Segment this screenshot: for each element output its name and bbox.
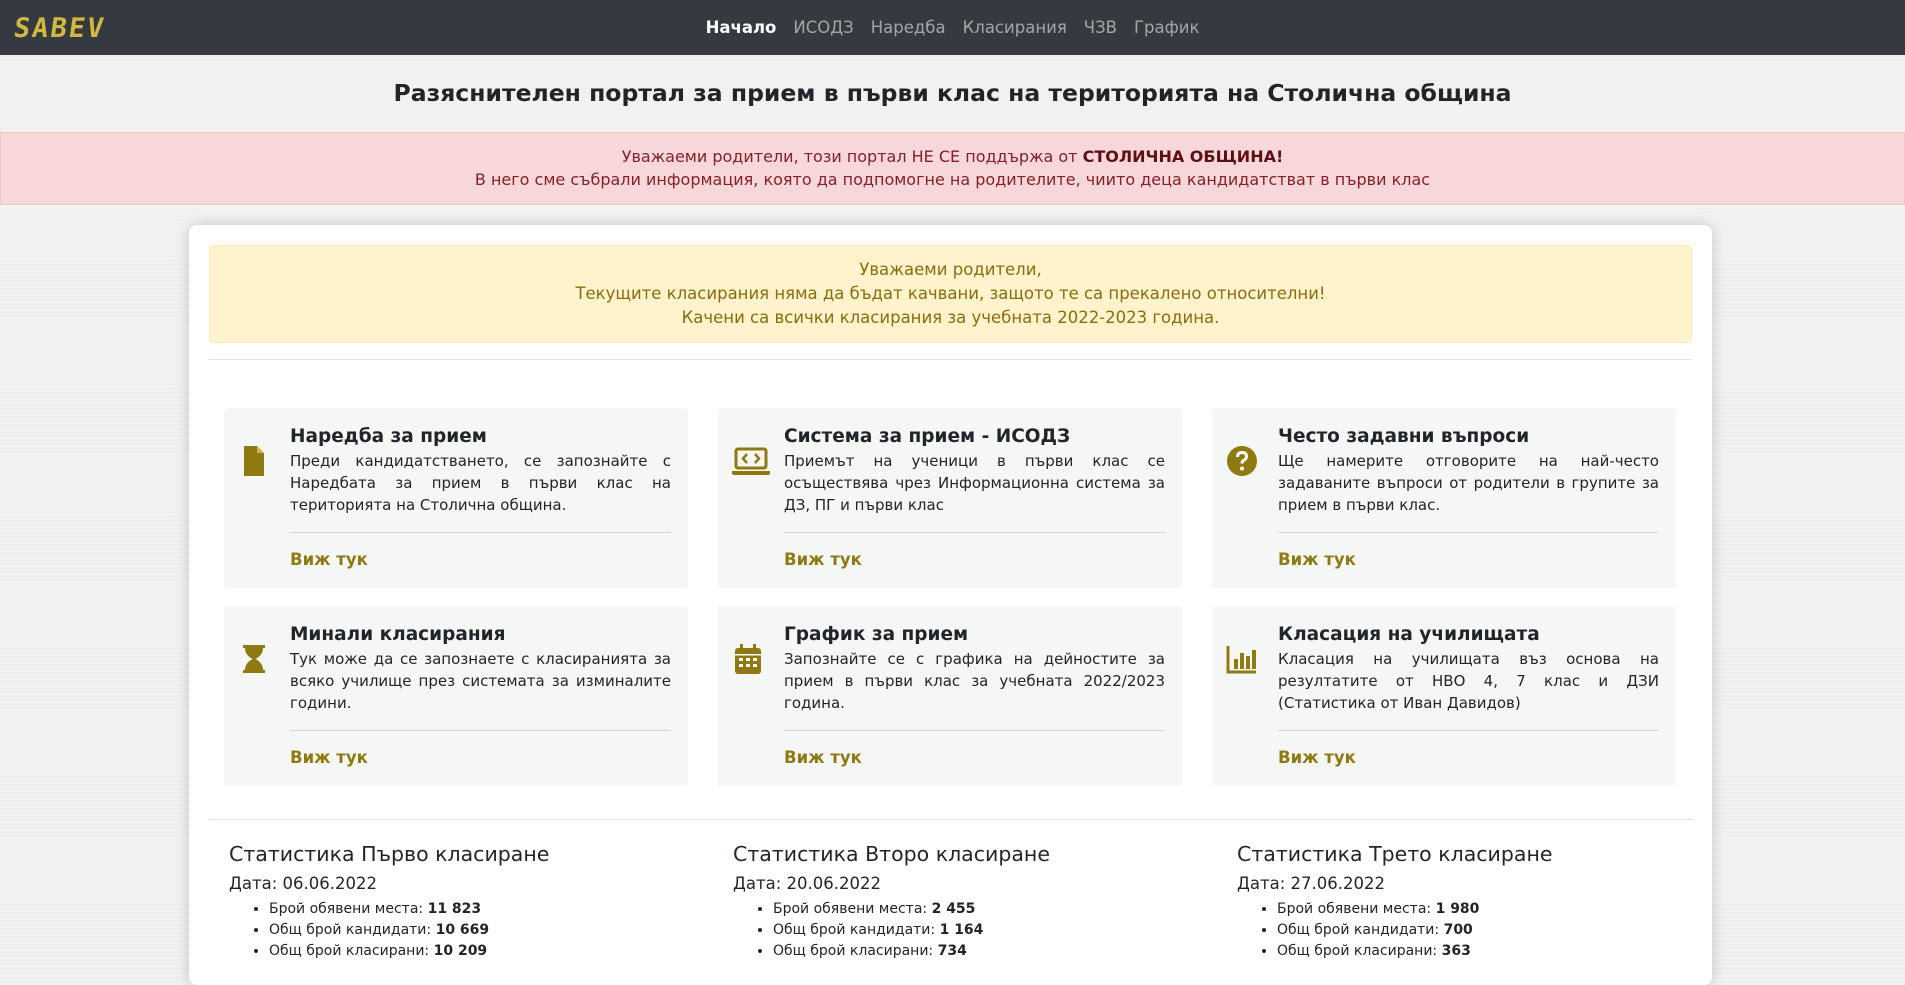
card-divider <box>1278 532 1659 533</box>
card-divider <box>290 532 671 533</box>
stats-third-ranking: Статистика Трето класиране Дата: 27.06.2… <box>1237 842 1677 962</box>
card-past-rankings: Минали класирания Тук може да се запозна… <box>224 606 688 786</box>
card-divider <box>290 730 671 731</box>
stats-label: Общ брой кандидати: <box>773 922 940 938</box>
stats-value: 11 823 <box>427 901 482 917</box>
calendar-icon <box>731 642 765 676</box>
card-link[interactable]: Виж тук <box>784 550 862 569</box>
nav-item-schedule[interactable]: График <box>1134 18 1199 37</box>
site-logo[interactable]: SABEV <box>12 13 108 44</box>
card-title: Често задавни въпроси <box>1278 426 1530 447</box>
stats-list: Брой обявени места: 11 823 Общ брой канд… <box>229 899 669 962</box>
hourglass-icon <box>237 642 271 676</box>
divider <box>209 359 1692 360</box>
stats-title: Статистика Трето класиране <box>1237 842 1553 866</box>
nav-item-rankings[interactable]: Класирания <box>963 18 1067 37</box>
card-link[interactable]: Виж тук <box>290 550 368 569</box>
card-schedule: График за прием Запознайте се с графика … <box>718 606 1182 786</box>
card-link[interactable]: Виж тук <box>784 748 862 767</box>
notice-line-2: Текущите класирания няма да бъдат качван… <box>575 284 1326 303</box>
stats-item: Общ брой класирани: 734 <box>773 941 1173 962</box>
disclaimer-line-1: Уважаеми родители, този портал НЕ СЕ под… <box>1 145 1904 168</box>
card-link[interactable]: Виж тук <box>1278 550 1356 569</box>
stats-list: Брой обявени места: 1 980 Общ брой канди… <box>1237 899 1677 962</box>
card-title: Класация на училищата <box>1278 624 1540 645</box>
stats-item: Брой обявени места: 2 455 <box>773 899 1173 920</box>
stats-value: 363 <box>1441 943 1471 959</box>
stats-label: Общ брой кандидати: <box>269 922 436 938</box>
card-divider <box>784 532 1165 533</box>
card-title: Система за прием - ИСОДЗ <box>784 426 1071 447</box>
stats-value: 1 164 <box>939 922 984 938</box>
bar-chart-icon <box>1225 642 1259 676</box>
stats-date: Дата: 20.06.2022 <box>733 874 882 893</box>
card-divider <box>784 730 1165 731</box>
stats-date: Дата: 06.06.2022 <box>229 874 378 893</box>
stats-value: 1 980 <box>1435 901 1480 917</box>
stats-value: 734 <box>937 943 967 959</box>
stats-label: Брой обявени места: <box>773 901 932 917</box>
card-text: Класация на училищата въз основа на резу… <box>1278 650 1659 712</box>
divider <box>209 819 1692 820</box>
stats-label: Брой обявени места: <box>269 901 428 917</box>
notice-line-1: Уважаеми родители, <box>859 260 1042 279</box>
nav-item-faq[interactable]: ЧЗВ <box>1084 18 1117 37</box>
page-title: Разяснителен портал за прием в първи кла… <box>393 79 1512 107</box>
main-nav: Начало ИСОДЗ Наредба Класирания ЧЗВ Граф… <box>706 18 1200 37</box>
disclaimer-text: Уважаеми родители, този портал НЕ СЕ под… <box>621 147 1083 166</box>
stats-label: Общ брой кандидати: <box>1277 922 1444 938</box>
card-text: Запознайте се с графика на дейностите за… <box>784 650 1165 712</box>
card-regulation: Наредба за прием Преди кандидатстването,… <box>224 408 688 588</box>
stats-value: 700 <box>1443 922 1473 938</box>
notice-alert: Уважаеми родители, Текущите класирания н… <box>209 245 1692 343</box>
stats-value: 10 209 <box>433 943 488 959</box>
stats-title: Статистика Второ класиране <box>733 842 1050 866</box>
card-text: Ще намерите отговорите на най-често зада… <box>1278 452 1659 514</box>
top-navbar: SABEV Начало ИСОДЗ Наредба Класирания ЧЗ… <box>0 0 1905 55</box>
stats-value: 2 455 <box>931 901 976 917</box>
stats-label: Брой обявени места: <box>1277 901 1436 917</box>
card-link[interactable]: Виж тук <box>1278 748 1356 767</box>
card-divider <box>1278 730 1659 731</box>
card-title: График за прием <box>784 624 969 645</box>
stats-item: Брой обявени места: 11 823 <box>269 899 669 920</box>
card-isodz: Система за прием - ИСОДЗ Приемът на учен… <box>718 408 1182 588</box>
disclaimer-alert: Уважаеми родители, този портал НЕ СЕ под… <box>0 132 1905 205</box>
card-faq: Често задавни въпроси Ще намерите отгово… <box>1212 408 1676 588</box>
nav-item-isodz[interactable]: ИСОДЗ <box>793 18 853 37</box>
nav-item-regulation[interactable]: Наредба <box>871 18 946 37</box>
file-icon <box>237 444 271 478</box>
stats-value: 10 669 <box>435 922 490 938</box>
stats-label: Общ брой класирани: <box>1277 943 1442 959</box>
main-container: Уважаеми родители, Текущите класирания н… <box>189 225 1712 985</box>
stats-item: Брой обявени места: 1 980 <box>1277 899 1677 920</box>
nav-item-home[interactable]: Начало <box>706 18 777 37</box>
card-title: Минали класирания <box>290 624 506 645</box>
question-circle-icon <box>1225 444 1259 478</box>
stats-list: Брой обявени места: 2 455 Общ брой канди… <box>733 899 1173 962</box>
stats-item: Общ брой класирани: 10 209 <box>269 941 669 962</box>
card-school-ranking: Класация на училищата Класация на училищ… <box>1212 606 1676 786</box>
stats-first-ranking: Статистика Първо класиране Дата: 06.06.2… <box>229 842 669 962</box>
stats-second-ranking: Статистика Второ класиране Дата: 20.06.2… <box>733 842 1173 962</box>
stats-item: Общ брой кандидати: 10 669 <box>269 920 669 941</box>
stats-item: Общ брой класирани: 363 <box>1277 941 1677 962</box>
card-text: Приемът на ученици в първи клас се осъще… <box>784 452 1165 514</box>
stats-label: Общ брой класирани: <box>773 943 938 959</box>
card-title: Наредба за прием <box>290 426 487 447</box>
card-text: Тук може да се запознаете с класиранията… <box>290 650 671 712</box>
card-text: Преди кандидатстването, се запознайте с … <box>290 452 671 514</box>
stats-date: Дата: 27.06.2022 <box>1237 874 1386 893</box>
notice-line-3: Качени са всички класирания за учебната … <box>681 308 1220 327</box>
stats-title: Статистика Първо класиране <box>229 842 550 866</box>
stats-label: Общ брой класирани: <box>269 943 434 959</box>
stats-item: Общ брой кандидати: 700 <box>1277 920 1677 941</box>
disclaimer-bold-text: СТОЛИЧНА ОБЩИНА! <box>1082 147 1284 166</box>
laptop-code-icon <box>731 444 771 478</box>
card-link[interactable]: Виж тук <box>290 748 368 767</box>
disclaimer-line-2: В него сме събрали информация, която да … <box>474 170 1431 189</box>
stats-item: Общ брой кандидати: 1 164 <box>773 920 1173 941</box>
